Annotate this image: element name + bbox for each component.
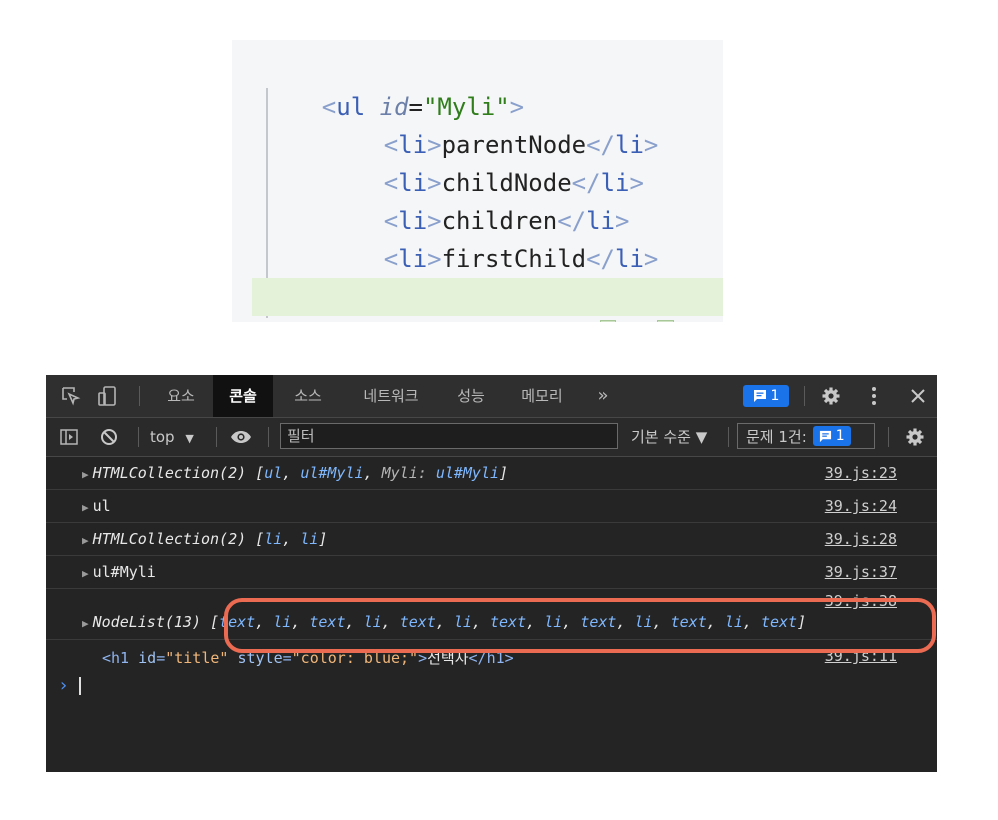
log-item: ul#Myli	[435, 464, 500, 482]
console-message[interactable]: ▶ ul#Myli 39.js:37	[46, 556, 937, 589]
divider	[139, 386, 140, 406]
log-content: ▶ HTMLCollection(2) [ul, ul#Myli, Myli: u…	[82, 464, 508, 482]
code-line-li: <li>firstChild</li>	[326, 202, 723, 273]
separator: ,	[282, 464, 301, 482]
context-selector[interactable]: top ▼	[150, 418, 194, 456]
tag-bracket: >	[657, 320, 674, 322]
bracket: [	[255, 530, 265, 548]
context-label: top	[150, 428, 175, 446]
issues-badge[interactable]: 1	[743, 385, 789, 407]
tab-console[interactable]: 콘솔	[213, 375, 273, 417]
chevron-down-icon: ▼	[185, 432, 194, 445]
expand-arrow-icon[interactable]: ▶	[82, 501, 89, 514]
console-prompt[interactable]: ›	[58, 675, 81, 699]
issues-badge-count: 1	[770, 388, 780, 404]
log-text: ul#Myli	[92, 563, 156, 581]
clear-console-icon[interactable]	[96, 418, 122, 456]
issues-button[interactable]: 문제 1건: 1	[737, 423, 875, 449]
more-options-icon[interactable]	[861, 375, 887, 417]
divider	[216, 427, 217, 447]
source-link[interactable]: 39.js:24	[825, 497, 897, 515]
divider	[888, 427, 889, 447]
code-line-li: <li>childNode</li>	[326, 126, 723, 197]
tag-bracket: >	[427, 321, 441, 322]
expand-arrow-icon[interactable]: ▶	[82, 567, 89, 580]
log-type: HTMLCollection(2)	[92, 464, 256, 482]
code-line-ul: <ul id="Myli">	[264, 50, 723, 121]
separator: ,	[363, 464, 382, 482]
bracket: ]	[318, 530, 328, 548]
tab-performance[interactable]: 성능	[449, 375, 493, 417]
issues-count-badge: 1	[812, 426, 851, 446]
expand-arrow-icon[interactable]: ▶	[82, 468, 89, 481]
log-item: li	[300, 530, 319, 548]
divider	[268, 427, 269, 447]
devtools-tab-bar: 요소 콘솔 소스 네트워크 성능 메모리 » 1	[46, 375, 937, 418]
tab-network[interactable]: 네트워크	[351, 375, 431, 417]
html-tag: <h1	[102, 649, 139, 667]
divider	[804, 386, 805, 406]
tag-bracket: /	[615, 321, 629, 322]
issues-count: 1	[835, 428, 845, 444]
log-item: ul#Myli	[300, 464, 364, 482]
separator: ,	[282, 530, 301, 548]
highlight-annotation	[224, 598, 936, 653]
tag-name: li	[398, 321, 427, 322]
bracket: [	[255, 464, 265, 482]
filter-input[interactable]	[280, 423, 618, 449]
code-line-li: <li>parentNode</li>	[326, 88, 723, 159]
console-message[interactable]: ▶ HTMLCollection(2) [li, li] 39.js:28	[46, 523, 937, 556]
log-key: Myli:	[381, 464, 436, 482]
devtools-panel: 요소 콘솔 소스 네트워크 성능 메모리 » 1 top ▼ 필터 기본 수준 …	[46, 375, 937, 772]
console-toolbar: top ▼ 기본 수준 ▼ 문제 1건: 1	[46, 418, 937, 457]
more-tabs-button[interactable]: »	[588, 375, 618, 417]
expand-arrow-icon[interactable]: ▶	[82, 617, 89, 630]
console-message[interactable]: ▶ ul 39.js:24	[46, 490, 937, 523]
eye-icon[interactable]	[226, 418, 256, 456]
issues-label: 문제 1건:	[746, 427, 807, 446]
bracket: ]	[499, 464, 509, 482]
log-type: HTMLCollection(2)	[92, 530, 256, 548]
tag-bracket: <	[384, 321, 398, 322]
source-link[interactable]: 39.js:23	[825, 464, 897, 482]
tab-sources[interactable]: 소스	[283, 375, 333, 417]
log-content: ▶ HTMLCollection(2) [li, li]	[82, 530, 327, 548]
log-content: ▶ ul	[82, 497, 111, 515]
log-content: ▶ ul#Myli	[82, 563, 156, 581]
divider	[728, 427, 729, 447]
console-message[interactable]: ▶ HTMLCollection(2) [ul, ul#Myli, Myli: u…	[46, 457, 937, 490]
expand-arrow-icon[interactable]: ▶	[82, 534, 89, 547]
source-link[interactable]: 39.js:28	[825, 530, 897, 548]
console-settings-gear-icon[interactable]	[900, 418, 930, 456]
prompt-chevron-icon: ›	[58, 675, 69, 696]
code-editor: <ul id="Myli"> <li>parentNode</li> <li>c…	[232, 40, 723, 322]
code-line-li: <li>previousibling</li>	[326, 240, 723, 311]
device-toolbar-icon[interactable]	[92, 375, 122, 417]
tag-name: li	[629, 321, 658, 322]
log-text: ul	[92, 497, 111, 515]
log-item: ul	[264, 464, 283, 482]
html-attr-value: "title"	[165, 649, 229, 667]
tab-elements[interactable]: 요소	[156, 375, 206, 417]
code-line-li: <li>children</li>	[326, 164, 723, 235]
li-text: nextSibling	[442, 321, 601, 322]
tab-memory[interactable]: 메모리	[512, 375, 572, 417]
log-item: li	[264, 530, 283, 548]
prompt-caret	[78, 677, 81, 695]
message-icon	[819, 430, 831, 442]
close-icon[interactable]	[904, 375, 932, 417]
divider	[138, 427, 139, 447]
bracket: [	[210, 613, 220, 631]
tag-bracket: <	[599, 320, 617, 322]
log-level-dropdown[interactable]: 기본 수준 ▼	[631, 418, 707, 456]
settings-gear-icon[interactable]	[816, 375, 846, 417]
inspect-element-icon[interactable]	[56, 375, 86, 417]
sidebar-toggle-icon[interactable]	[56, 418, 82, 456]
source-link[interactable]: 39.js:37	[825, 563, 897, 581]
log-type: NodeList(13)	[92, 613, 211, 631]
code-line-li-current: <li>nextSibling</li>	[252, 278, 723, 322]
message-icon	[753, 390, 766, 402]
html-attr: id	[138, 649, 157, 667]
html-eq: =	[156, 649, 166, 667]
